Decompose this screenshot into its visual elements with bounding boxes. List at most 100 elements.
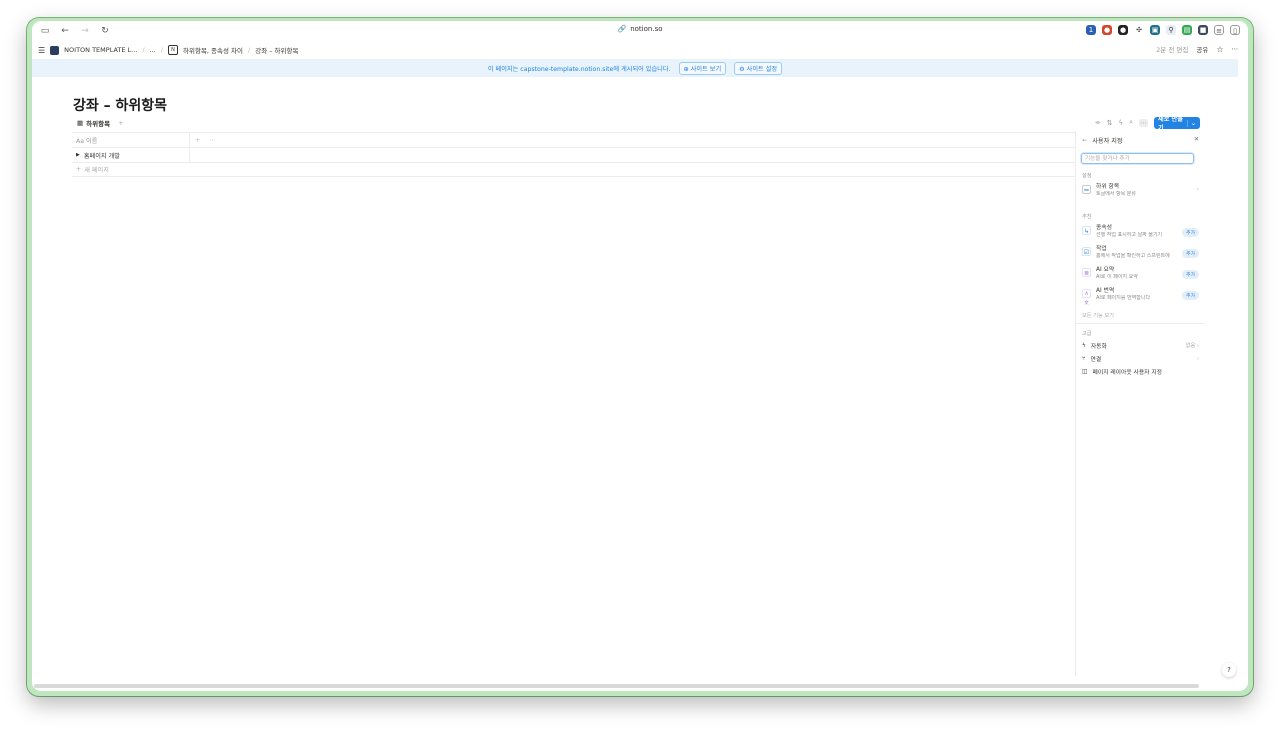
extensions-bar: 1 ● ● ✣ ▣ ⚲ ▤ ■ ≡ ▯	[1086, 25, 1240, 35]
address-bar[interactable]: 🔗 notion.so	[617, 25, 662, 33]
connections-row[interactable]: ⑂ 연결 ›	[1082, 354, 1199, 364]
banner-text: 이 페이지는 capstone-template.notion.site에 게시…	[487, 65, 671, 73]
back-arrow-icon[interactable]: ←	[1082, 137, 1087, 144]
new-button-label: 새로 만들기	[1158, 116, 1183, 132]
lightning-icon: ϟ	[1082, 342, 1086, 349]
settings-icon: ⚙	[739, 65, 745, 73]
suggested-tasks[interactable]: ☑ 작업 홈에서 작업을 확인하고 스프린트에 추가	[1082, 246, 1199, 260]
close-icon[interactable]: ✕	[1194, 136, 1199, 143]
horizontal-scrollbar[interactable]	[34, 684, 1199, 688]
checkbox-icon: ☑	[1082, 247, 1091, 256]
extension-2-icon[interactable]: ●	[1102, 25, 1112, 35]
feature-search-input[interactable]: 기능을 찾거나 추가	[1081, 153, 1194, 164]
back-icon[interactable]: ←	[60, 26, 70, 36]
breadcrumb-parent[interactable]: 하위항목, 종속성 차이	[183, 45, 243, 55]
table-icon: ▦	[77, 119, 84, 127]
breadcrumb-current[interactable]: 강좌 – 하위항목	[255, 45, 298, 55]
automation-row[interactable]: ϟ 자동화 없음 ›	[1082, 341, 1199, 351]
subitems-desc: 토글에서 항목 분류	[1096, 191, 1136, 197]
toggle-triangle-icon[interactable]: ▶	[76, 152, 80, 158]
extension-5-icon[interactable]: ▣	[1150, 25, 1160, 35]
add-dependency-button[interactable]: 추가	[1182, 228, 1199, 237]
sort-icon[interactable]: ⇅	[1107, 119, 1113, 127]
notion-topbar: ☰ NOITON TEMPLATE L... / ... / N 하위항목, 종…	[32, 41, 1248, 59]
extension-4-icon[interactable]: ✣	[1134, 25, 1144, 35]
customize-panel: ← 사용자 지정 ✕ 기능을 찾거나 추가 설정 ≔ 하위 항목 토글에서 항목…	[1075, 131, 1205, 676]
sidebar-toggle-icon[interactable]: ▭	[40, 26, 50, 36]
reload-icon[interactable]: ↻	[100, 26, 110, 36]
page-title[interactable]: 강좌 – 하위항목	[73, 95, 167, 115]
add-ai-summary-button[interactable]: 추가	[1182, 270, 1199, 279]
suggested-ai-translate[interactable]: A文 AI 번역 AI로 페이지를 번역합니다 추가	[1082, 288, 1199, 306]
share-button[interactable]: 공유	[1196, 44, 1208, 54]
suggested-desc: AI로 페이지를 번역합니다	[1096, 295, 1151, 301]
add-tasks-button[interactable]: 추가	[1182, 249, 1199, 258]
breadcrumb-workspace[interactable]: NOITON TEMPLATE L...	[64, 46, 137, 54]
extension-3-icon[interactable]: ●	[1118, 25, 1128, 35]
layout-icon: ◫	[1082, 368, 1088, 375]
suggested-ai-summary[interactable]: ≣ AI 요약 AI로 이 페이지 요약 추가	[1082, 267, 1199, 281]
favorite-star-icon[interactable]: ☆	[1216, 45, 1223, 54]
extension-6-icon[interactable]: ⚲	[1166, 25, 1176, 35]
layout-row[interactable]: ◫ 페이지 레이아웃 사용자 지정	[1082, 367, 1199, 377]
header-more-icon[interactable]: ⋯	[209, 137, 215, 144]
more-features-link[interactable]: 모든 기능 보기	[1082, 312, 1114, 319]
breadcrumb-ellipsis[interactable]: ...	[150, 46, 156, 54]
table-header-row: Aa 이름 + ⋯	[72, 132, 1075, 148]
view-site-button[interactable]: ⊕ 사이트 보기	[678, 61, 727, 75]
browser-toolbar: ▭ ← → ↻ 🔗 notion.so 1 ● ● ✣ ▣ ⚲ ▤ ■ ≡ ▯	[32, 21, 1248, 40]
add-view-button[interactable]: +	[118, 119, 123, 127]
url-text: notion.so	[630, 25, 663, 33]
add-ai-translate-button[interactable]: 추가	[1182, 291, 1199, 300]
row-title[interactable]: 홈페이지 개발	[84, 151, 120, 160]
suggested-dependency[interactable]: ↳ 종속성 선행 작업 표시하고 날짜 옮기기 추가	[1082, 225, 1199, 239]
filter-icon[interactable]: ⌯	[1095, 118, 1101, 127]
menu-icon[interactable]: ☰	[38, 46, 45, 55]
extension-7-icon[interactable]: ▤	[1182, 25, 1192, 35]
suggested-desc: AI로 이 페이지 요약	[1096, 274, 1138, 280]
site-settings-label: 사이트 설정	[746, 65, 778, 73]
globe-icon: ⊕	[683, 65, 689, 73]
view-toolbar: ⌯ ⇅ ϟ ⌕ ⋯	[1095, 118, 1149, 127]
ai-translate-icon: A文	[1082, 289, 1091, 306]
ai-summary-icon: ≣	[1082, 268, 1091, 277]
section-advanced: 고급	[1082, 331, 1092, 337]
view-tabs: ▦ 하위항목 +	[77, 118, 124, 128]
name-column-header[interactable]: Aa 이름	[72, 133, 190, 147]
database-table: Aa 이름 + ⋯ ▶ 홈페이지 개발 + 새 페이지	[72, 132, 1079, 177]
panel-divider	[1076, 323, 1205, 324]
section-suggested: 추천	[1082, 214, 1092, 220]
breadcrumb: ☰ NOITON TEMPLATE L... / ... / N 하위항목, 종…	[38, 45, 299, 55]
automation-bolt-icon[interactable]: ϟ	[1118, 119, 1123, 127]
edited-time: 2분 전 편집	[1156, 46, 1189, 54]
help-icon[interactable]: ?	[1222, 663, 1236, 677]
new-button[interactable]: 새로 만들기 ⌄	[1154, 116, 1200, 132]
more-options-icon[interactable]: ⋯	[1232, 45, 1239, 53]
extension-1-icon[interactable]: 1	[1086, 25, 1096, 35]
connections-label: 연결	[1090, 357, 1102, 363]
view-more-icon[interactable]: ⋯	[1139, 118, 1149, 127]
tab-subitems-label: 하위항목	[86, 120, 111, 128]
add-property-icon[interactable]: +	[195, 137, 200, 144]
search-icon[interactable]: ⌕	[1129, 118, 1133, 127]
panel-title: 사용자 지정	[1092, 138, 1123, 145]
table-row[interactable]: ▶ 홈페이지 개발	[72, 148, 1075, 163]
extension-8-icon[interactable]: ■	[1198, 25, 1208, 35]
suggested-title: 종속성	[1096, 225, 1112, 231]
tab-subitems[interactable]: ▦ 하위항목	[77, 118, 110, 128]
chevron-right-icon: ›	[1196, 186, 1199, 193]
reader-icon[interactable]: ≡	[1214, 25, 1224, 35]
chevron-right-icon: ›	[1196, 355, 1199, 362]
subitems-title: 하위 항목	[1096, 184, 1120, 190]
site-settings-button[interactable]: ⚙ 사이트 설정	[734, 61, 783, 75]
workspace-icon	[50, 45, 60, 55]
subitems-setting[interactable]: ≔ 하위 항목 토글에서 항목 분류 ›	[1082, 184, 1199, 198]
chevron-down-icon[interactable]: ⌄	[1186, 119, 1196, 127]
suggested-desc: 선행 작업 표시하고 날짜 옮기기	[1096, 232, 1163, 238]
browser-window: ▭ ← → ↻ 🔗 notion.so 1 ● ● ✣ ▣ ⚲ ▤ ■ ≡ ▯ …	[32, 21, 1248, 691]
forward-icon[interactable]: →	[80, 26, 90, 36]
new-page-row[interactable]: + 새 페이지	[72, 162, 1079, 177]
section-settings: 설정	[1082, 173, 1092, 179]
split-view-icon[interactable]: ▯	[1230, 25, 1240, 35]
view-site-label: 사이트 보기	[690, 65, 722, 73]
